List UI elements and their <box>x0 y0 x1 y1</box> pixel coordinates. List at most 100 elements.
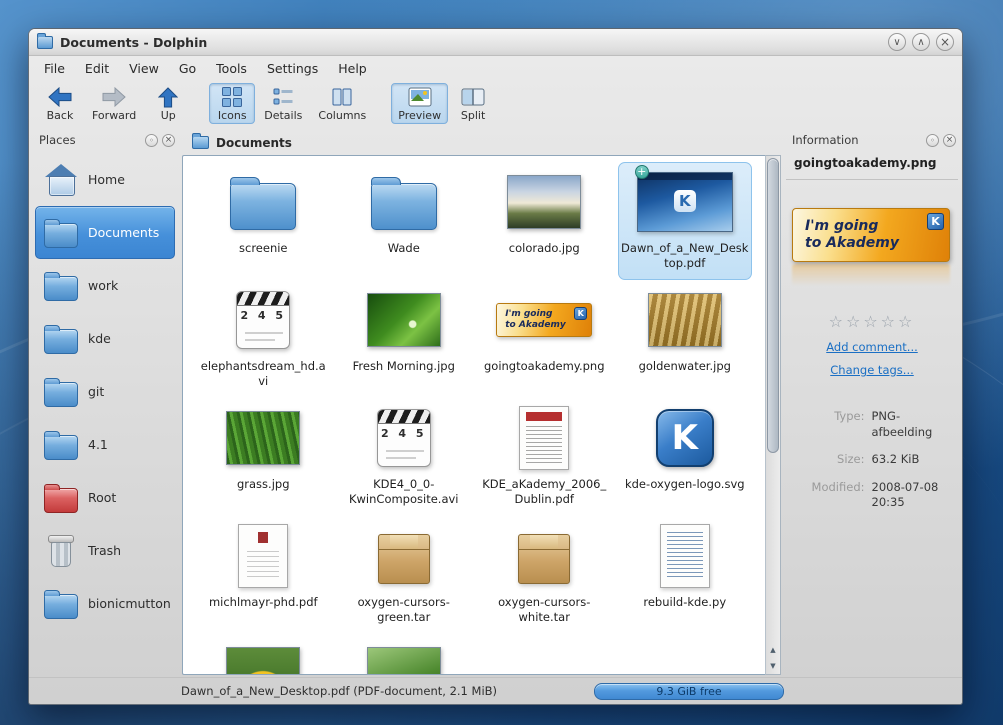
menu-tools[interactable]: Tools <box>207 58 256 79</box>
maximize-icon[interactable] <box>912 33 930 51</box>
preview-label: Preview <box>398 109 442 122</box>
file-grass-jpg[interactable]: grass.jpg <box>196 398 330 516</box>
info-field-value: 2008-07-08 20:35 <box>871 479 939 510</box>
file-name: oxygen-cursors-white.tar <box>498 595 591 624</box>
window-content: Places Home Documents work kde git 4.1 Root Tra… <box>29 128 962 677</box>
close-icon[interactable] <box>936 33 954 51</box>
kdelogo-thumbnail <box>655 409 714 467</box>
information-panel: Information goingtoakademy.png I'm going… <box>786 130 958 675</box>
file-screenie[interactable]: screenie <box>196 162 330 280</box>
menu-edit[interactable]: Edit <box>76 58 118 79</box>
up-label: Up <box>160 109 176 122</box>
file-thumbnail <box>478 517 610 595</box>
file-thumbnail <box>619 399 751 477</box>
screenshot-thumbnail <box>636 172 733 232</box>
menubar: File Edit View Go Tools Settings Help <box>29 56 962 81</box>
minimize-icon[interactable] <box>888 33 906 51</box>
file-kde4-0-0-kwincomposite-avi[interactable]: KDE4_0_0-KwinComposite.avi <box>337 398 471 516</box>
info-detach-icon[interactable] <box>926 133 939 147</box>
rating-stars[interactable]: ☆☆☆☆☆ <box>786 312 958 331</box>
file-metadata: Type: PNG-afbeelding Size: 63.2 KiB Modified… <box>786 409 958 511</box>
file-kde-akademy-2006-dublin-pdf[interactable]: KDE_aKademy_2006_Dublin.pdf <box>477 398 611 516</box>
menu-view[interactable]: View <box>120 58 168 79</box>
back-button[interactable]: Back <box>37 83 83 124</box>
banner-line2: to Akademy <box>805 235 900 251</box>
add-comment-link[interactable]: Add comment... <box>786 340 958 354</box>
file-rebuild-kde-py[interactable]: rebuild-kde.py <box>618 516 752 634</box>
file-fresh-morning-jpg[interactable]: Fresh Morning.jpg <box>337 280 471 398</box>
scrollbar-track[interactable] <box>766 453 780 642</box>
titlebar[interactable]: Documents - Dolphin <box>29 29 962 56</box>
file-thumbnail <box>338 163 470 241</box>
menu-go[interactable]: Go <box>170 58 205 79</box>
menu-help[interactable]: Help <box>329 58 376 79</box>
place-label: 4.1 <box>88 437 108 452</box>
file-preview: I'm going to Akademy <box>792 208 952 290</box>
home-icon <box>44 164 78 196</box>
file-dawn-of-a-new-desktop-pdf[interactable]: Dawn_of_a_New_Desktop.pdf <box>617 162 752 280</box>
place-label: Documents <box>88 225 160 240</box>
icons-view-button[interactable]: Icons <box>209 83 256 124</box>
places-detach-icon[interactable] <box>145 133 158 147</box>
change-tags-link[interactable]: Change tags... <box>786 363 958 377</box>
sidebar-item-kde[interactable]: kde <box>35 312 175 365</box>
vertical-scrollbar[interactable] <box>765 155 781 675</box>
file-thumbnail <box>338 399 470 477</box>
menu-settings[interactable]: Settings <box>258 58 327 79</box>
scroll-down-icon[interactable] <box>766 658 780 674</box>
columns-view-icon <box>331 86 353 108</box>
file-view-wrap: screenie Wade colorado.jpg Dawn_of_a_New_De… <box>182 155 781 675</box>
akademy-thumbnail: I'm going to Akademy <box>496 303 593 337</box>
up-button[interactable]: Up <box>145 83 191 124</box>
gold-photo-thumbnail <box>647 293 722 347</box>
file-colorado-jpg[interactable]: colorado.jpg <box>477 162 611 280</box>
sidebar-item-trash[interactable]: Trash <box>35 524 175 577</box>
forward-button[interactable]: Forward <box>85 83 143 124</box>
file-item-partial[interactable] <box>337 634 471 674</box>
status-selection-text: Dawn_of_a_New_Desktop.pdf (PDF-document,… <box>181 684 498 698</box>
folder-icon <box>44 430 78 460</box>
free-space-label: 9.3 GiB free <box>656 684 722 698</box>
menu-file[interactable]: File <box>35 58 74 79</box>
scroll-up-icon[interactable] <box>766 642 780 658</box>
sidebar-item-bionicmutton[interactable]: bionicmutton <box>35 577 175 630</box>
file-thumbnail <box>338 517 470 595</box>
selection-toggle-badge[interactable] <box>634 165 649 179</box>
info-close-icon[interactable] <box>943 133 956 147</box>
sidebar-item-home[interactable]: Home <box>35 153 175 206</box>
file-michlmayr-phd-pdf[interactable]: michlmayr-phd.pdf <box>196 516 330 634</box>
details-view-icon <box>272 86 294 108</box>
sidebar-item-documents[interactable]: Documents <box>35 206 175 259</box>
details-view-button[interactable]: Details <box>257 83 309 124</box>
sidebar-item-git[interactable]: git <box>35 365 175 418</box>
file-item-partial[interactable] <box>196 634 330 674</box>
folder-icon <box>43 589 79 619</box>
icons-view-icon <box>221 86 243 108</box>
file-goldenwater-jpg[interactable]: goldenwater.jpg <box>618 280 752 398</box>
info-field-label: Type: <box>834 409 865 423</box>
back-label: Back <box>46 109 74 122</box>
preview-button[interactable]: Preview <box>391 83 449 124</box>
file-thumbnail <box>478 399 610 477</box>
sidebar-item-4-1[interactable]: 4.1 <box>35 418 175 471</box>
breadcrumb[interactable]: Documents <box>182 130 781 155</box>
file-kde-oxygen-logo-svg[interactable]: kde-oxygen-logo.svg <box>618 398 752 516</box>
split-label: Split <box>460 109 486 122</box>
file-elephantsdream-hd-avi[interactable]: elephantsdream_hd.avi <box>196 280 330 398</box>
sidebar-item-root[interactable]: Root <box>35 471 175 524</box>
file-wade[interactable]: Wade <box>337 162 471 280</box>
sidebar-item-work[interactable]: work <box>35 259 175 312</box>
folder-icon <box>43 377 79 407</box>
places-close-icon[interactable] <box>162 133 175 147</box>
file-name: screenie <box>239 241 288 255</box>
file-oxygen-cursors-white-tar[interactable]: oxygen-cursors-white.tar <box>477 516 611 634</box>
file-oxygen-cursors-green-tar[interactable]: oxygen-cursors-green.tar <box>337 516 471 634</box>
file-thumbnail: I'm going to Akademy <box>478 281 610 359</box>
folder-icon <box>44 377 78 407</box>
file-name: goldenwater.jpg <box>638 359 731 373</box>
scrollbar-thumb[interactable] <box>767 158 779 454</box>
split-button[interactable]: Split <box>450 83 496 124</box>
columns-view-button[interactable]: Columns <box>311 83 373 124</box>
toolbar: Back Forward Up Icons Details Columns Pr… <box>29 81 962 128</box>
file-goingtoakademy-png[interactable]: I'm goingto Akademy goingtoakademy.png <box>477 280 611 398</box>
